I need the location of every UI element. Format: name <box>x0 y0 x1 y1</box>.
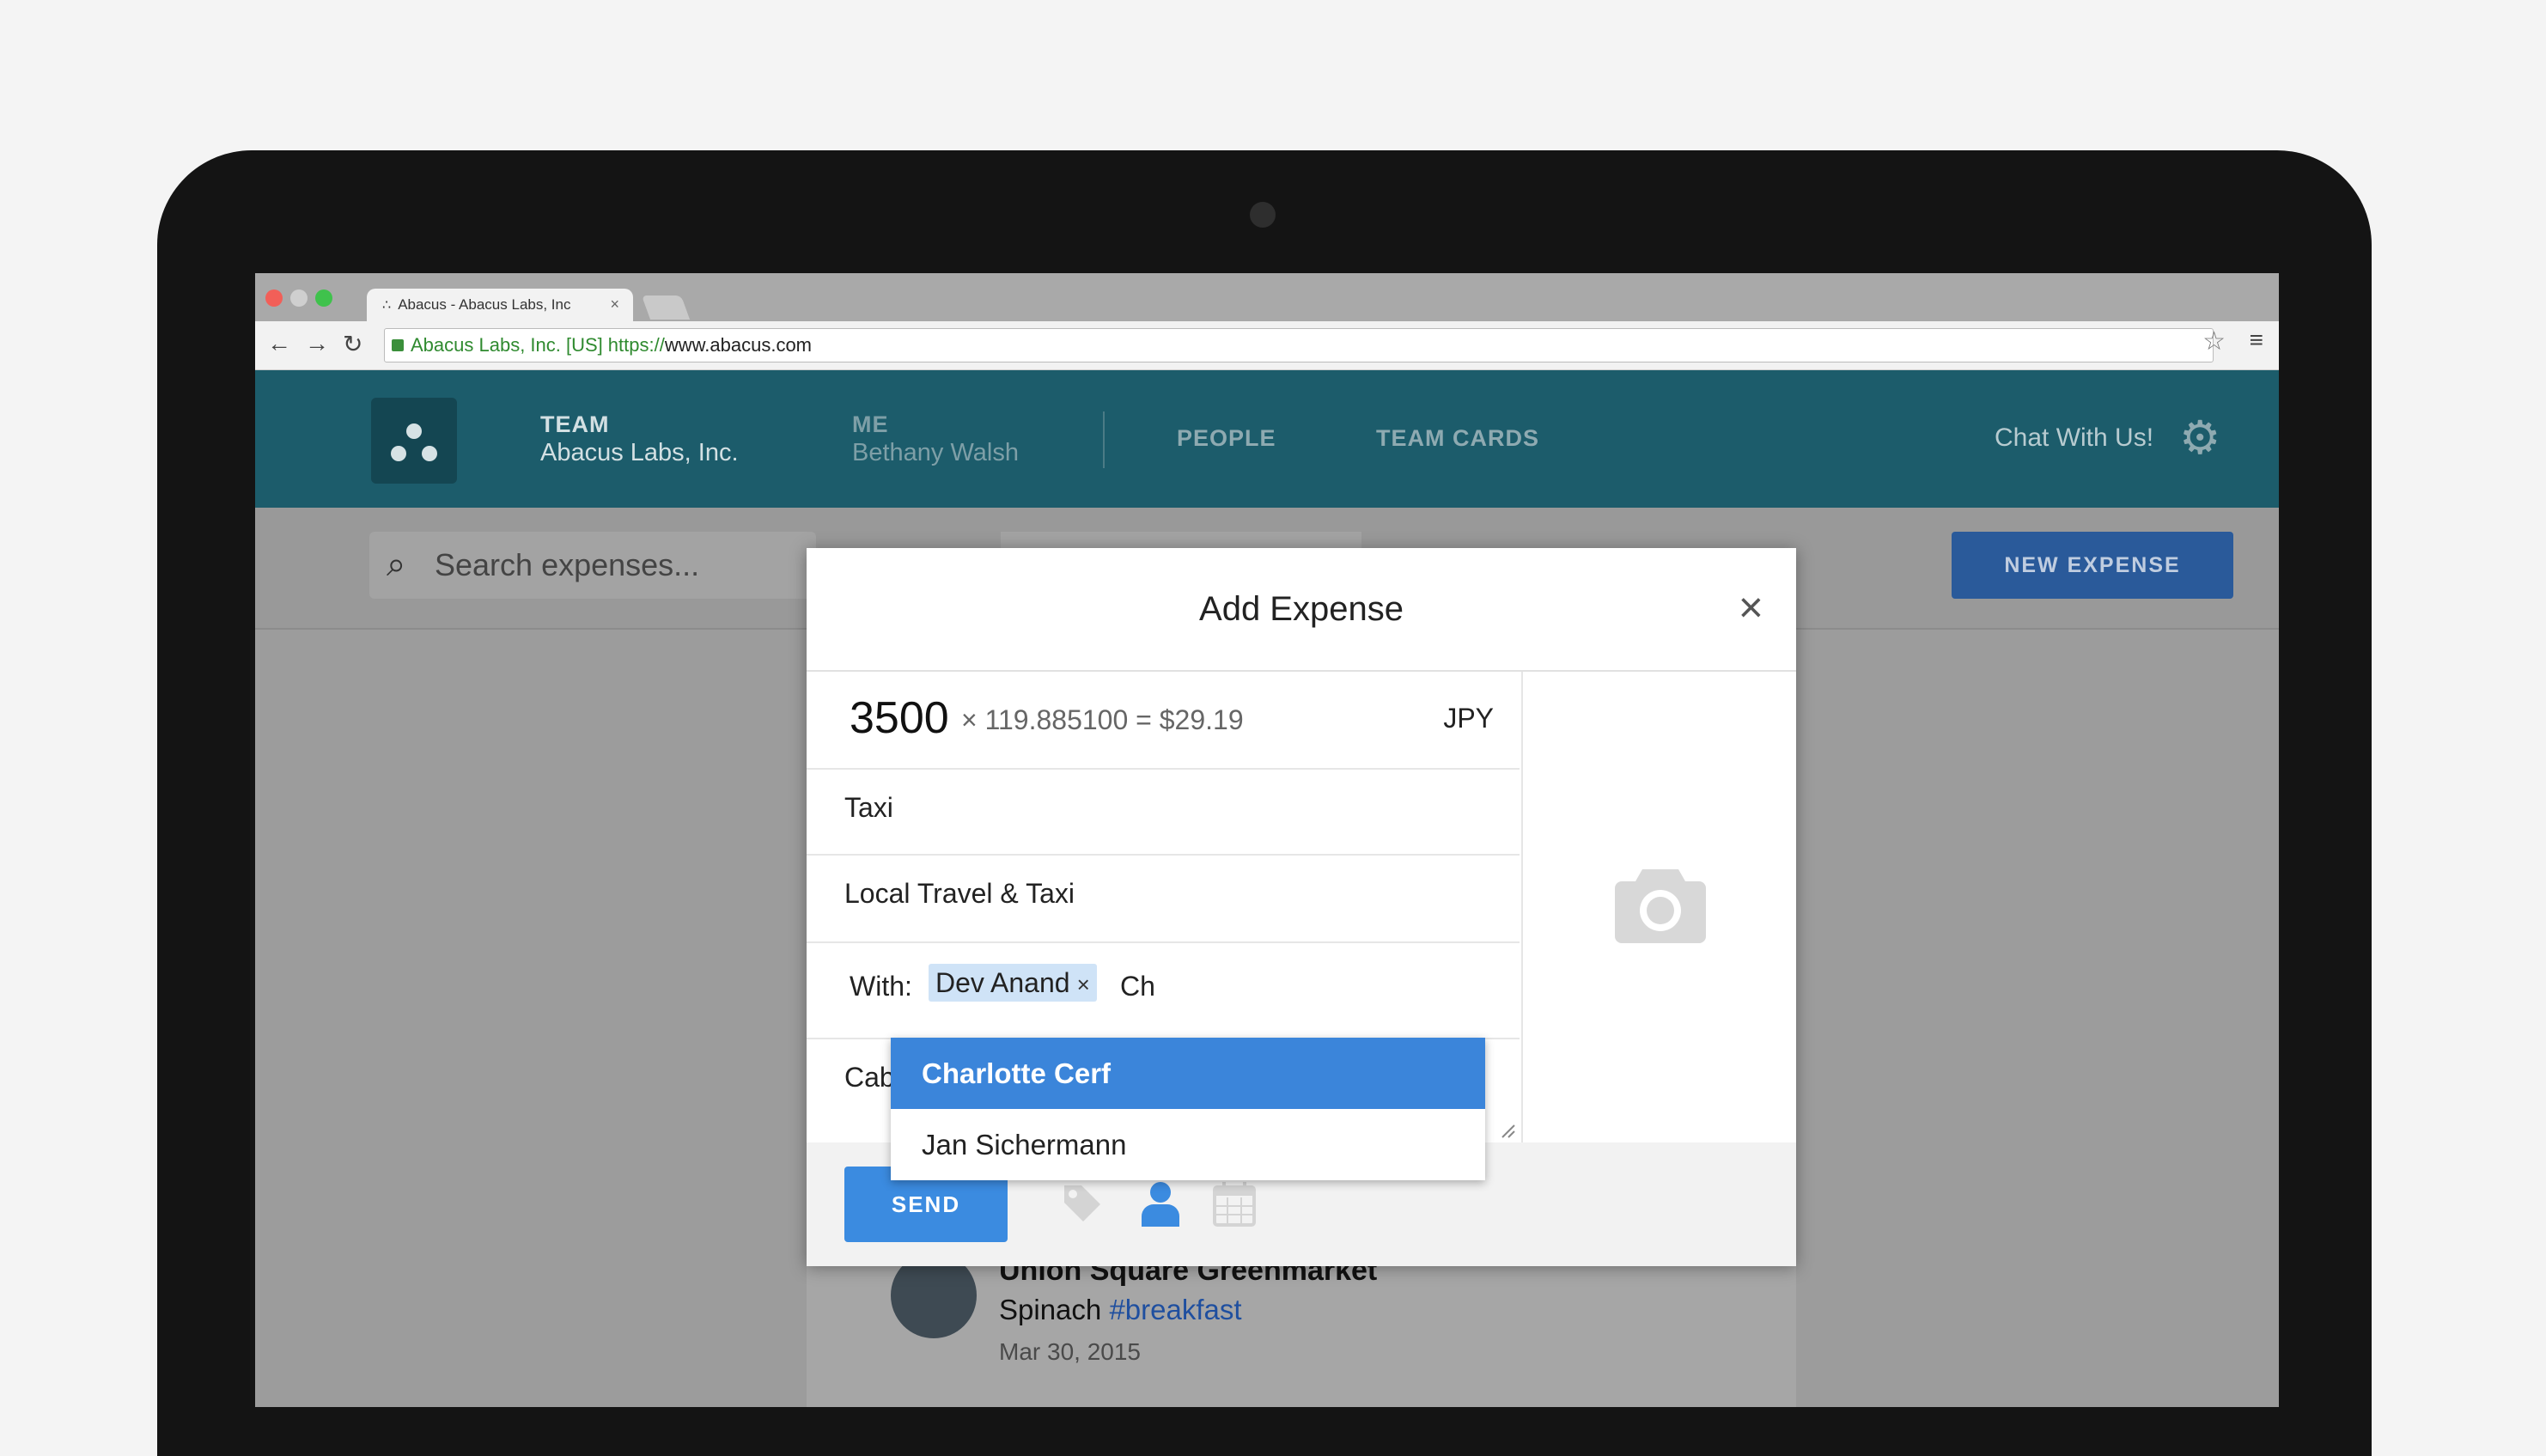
expense-tag-link[interactable]: #breakfast <box>1109 1294 1241 1325</box>
merchant-row[interactable]: Taxi <box>807 768 1520 856</box>
resize-handle-icon[interactable] <box>1501 1124 1516 1139</box>
url-host: www.abacus.com <box>664 334 813 356</box>
back-arrow-icon[interactable]: ← <box>267 330 291 357</box>
browser-tab-bar: ∴ Abacus - Abacus Labs, Inc × <box>255 273 2279 321</box>
search-box[interactable]: ⌕ Search expenses... <box>369 532 816 599</box>
with-row[interactable]: With: Dev Anand × Ch <box>807 941 1520 1039</box>
me-label: ME <box>852 411 889 437</box>
nav-team-cards[interactable]: TEAM CARDS <box>1376 425 1539 452</box>
attendee-chip-label: Dev Anand <box>935 967 1070 998</box>
abacus-logo[interactable] <box>371 398 457 484</box>
gear-icon[interactable]: ⚙ <box>2179 415 2220 461</box>
address-bar[interactable]: Abacus Labs, Inc. [US] https:// www.abac… <box>384 328 2214 362</box>
logo-dot <box>422 446 437 461</box>
notes-textarea[interactable]: Cab <box>844 1062 895 1094</box>
url-scheme: https:// <box>607 334 665 356</box>
with-input[interactable]: Ch <box>1120 971 1155 1002</box>
browser-toolbar: ← → ↻ Abacus Labs, Inc. [US] https:// ww… <box>255 321 2279 370</box>
with-label: With: <box>850 971 912 1002</box>
close-window-button[interactable] <box>265 289 283 307</box>
expense-date: Mar 30, 2015 <box>999 1338 1141 1365</box>
new-expense-button[interactable]: NEW EXPENSE <box>1952 532 2233 599</box>
category-row[interactable]: Local Travel & Taxi <box>807 854 1520 943</box>
calendar-icon[interactable] <box>1212 1180 1257 1227</box>
team-label: TEAM <box>540 411 610 437</box>
abacus-favicon-icon: ∴ <box>382 298 392 313</box>
close-icon[interactable]: × <box>1739 586 1763 629</box>
lock-icon <box>392 339 404 351</box>
bookmark-star-icon[interactable]: ☆ <box>2202 326 2226 356</box>
maximize-window-button[interactable] <box>315 289 332 307</box>
browser-tab[interactable]: ∴ Abacus - Abacus Labs, Inc × <box>367 289 633 321</box>
new-tab-button[interactable] <box>641 295 691 320</box>
expense-description: Spinach #breakfast <box>999 1294 1242 1326</box>
autocomplete-option[interactable]: Jan Sichermann <box>891 1109 1485 1180</box>
merchant-field[interactable]: Taxi <box>844 792 893 824</box>
amount-field[interactable]: 3500 <box>850 692 949 744</box>
browser-menu-icon[interactable]: ≡ <box>2250 326 2263 354</box>
attendee-autocomplete: Charlotte Cerf Jan Sichermann <box>891 1038 1485 1180</box>
chat-link[interactable]: Chat With Us! <box>1995 423 2153 453</box>
search-input[interactable]: Search expenses... <box>435 547 699 583</box>
logo-dot <box>391 446 406 461</box>
autocomplete-option[interactable]: Charlotte Cerf <box>891 1038 1485 1109</box>
tab-close-icon[interactable]: × <box>610 295 619 314</box>
team-name[interactable]: Abacus Labs, Inc. <box>540 439 739 467</box>
forward-arrow-icon[interactable]: → <box>305 330 329 357</box>
tag-icon[interactable] <box>1059 1180 1104 1225</box>
webcam <box>1250 202 1276 228</box>
ev-label: Abacus Labs, Inc. [US] <box>411 334 603 356</box>
category-field[interactable]: Local Travel & Taxi <box>844 878 1075 910</box>
search-icon: ⌕ <box>387 545 406 583</box>
expense-desc-text: Spinach <box>999 1294 1110 1325</box>
reload-icon[interactable]: ↻ <box>343 330 362 358</box>
amount-row[interactable]: 3500 × 119.885100 = $29.19 JPY <box>807 672 1520 770</box>
nav-people[interactable]: PEOPLE <box>1177 425 1276 452</box>
remove-chip-icon[interactable]: × <box>1077 972 1090 997</box>
nav-divider <box>1103 411 1105 468</box>
camera-icon[interactable] <box>1613 864 1708 943</box>
attendee-chip[interactable]: Dev Anand × <box>929 964 1097 1002</box>
modal-title: Add Expense <box>807 548 1796 672</box>
logo-dot <box>406 423 422 439</box>
app-header: TEAM Abacus Labs, Inc. ME Bethany Walsh … <box>255 370 2279 508</box>
conversion-text: × 119.885100 = $29.19 <box>961 704 1244 735</box>
me-name[interactable]: Bethany Walsh <box>852 439 1019 467</box>
tab-title: Abacus - Abacus Labs, Inc <box>398 296 571 313</box>
ev-certificate-badge[interactable]: Abacus Labs, Inc. [US] <box>392 334 603 356</box>
person-icon[interactable] <box>1140 1180 1181 1228</box>
receipt-photo-area[interactable] <box>1521 672 1796 1142</box>
minimize-window-button[interactable] <box>290 289 308 307</box>
screen: ∴ Abacus - Abacus Labs, Inc × ← → ↻ Abac… <box>255 273 2279 1407</box>
currency-select[interactable]: JPY <box>1443 703 1494 734</box>
